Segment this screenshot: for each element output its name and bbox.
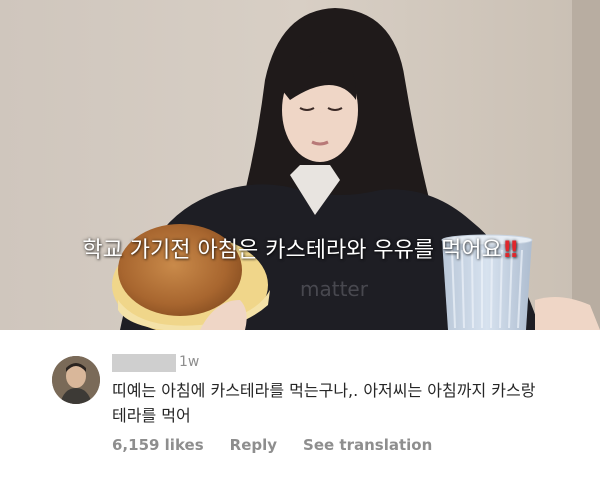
- subtitle-text: 학교 가기전 아침은 카스테라와 우유를 먹어요: [82, 238, 502, 263]
- see-translation-button[interactable]: See translation: [303, 436, 432, 454]
- comment-timestamp: 1w: [179, 354, 200, 370]
- comment-block: 1w 띠예는 아침에 카스테라를 먹는구나,. 아저씨는 아침까지 카스랑 테라…: [0, 330, 600, 483]
- comment-actions: 6,159 likes Reply See translation: [112, 436, 458, 454]
- video-frame[interactable]: matter 학교 가기전 아침은 카스테라와 우유를 먹어요‼: [0, 0, 600, 330]
- door-frame: [572, 0, 600, 330]
- avatar-image: [52, 356, 100, 404]
- comment-text: 띠예는 아침에 카스테라를 먹는구나,. 아저씨는 아침까지 카스랑 테라를 먹…: [112, 381, 536, 425]
- video-subtitle: 학교 가기전 아침은 카스테라와 우유를 먹어요‼: [0, 232, 600, 264]
- username-redacted[interactable]: [112, 354, 176, 372]
- subtitle-emphasis-icon: ‼: [503, 238, 518, 263]
- likes-count[interactable]: 6,159 likes: [112, 436, 204, 454]
- video-scene: matter: [0, 0, 600, 330]
- avatar[interactable]: [52, 356, 100, 404]
- watermark: matter: [300, 277, 369, 301]
- reply-button[interactable]: Reply: [230, 436, 277, 454]
